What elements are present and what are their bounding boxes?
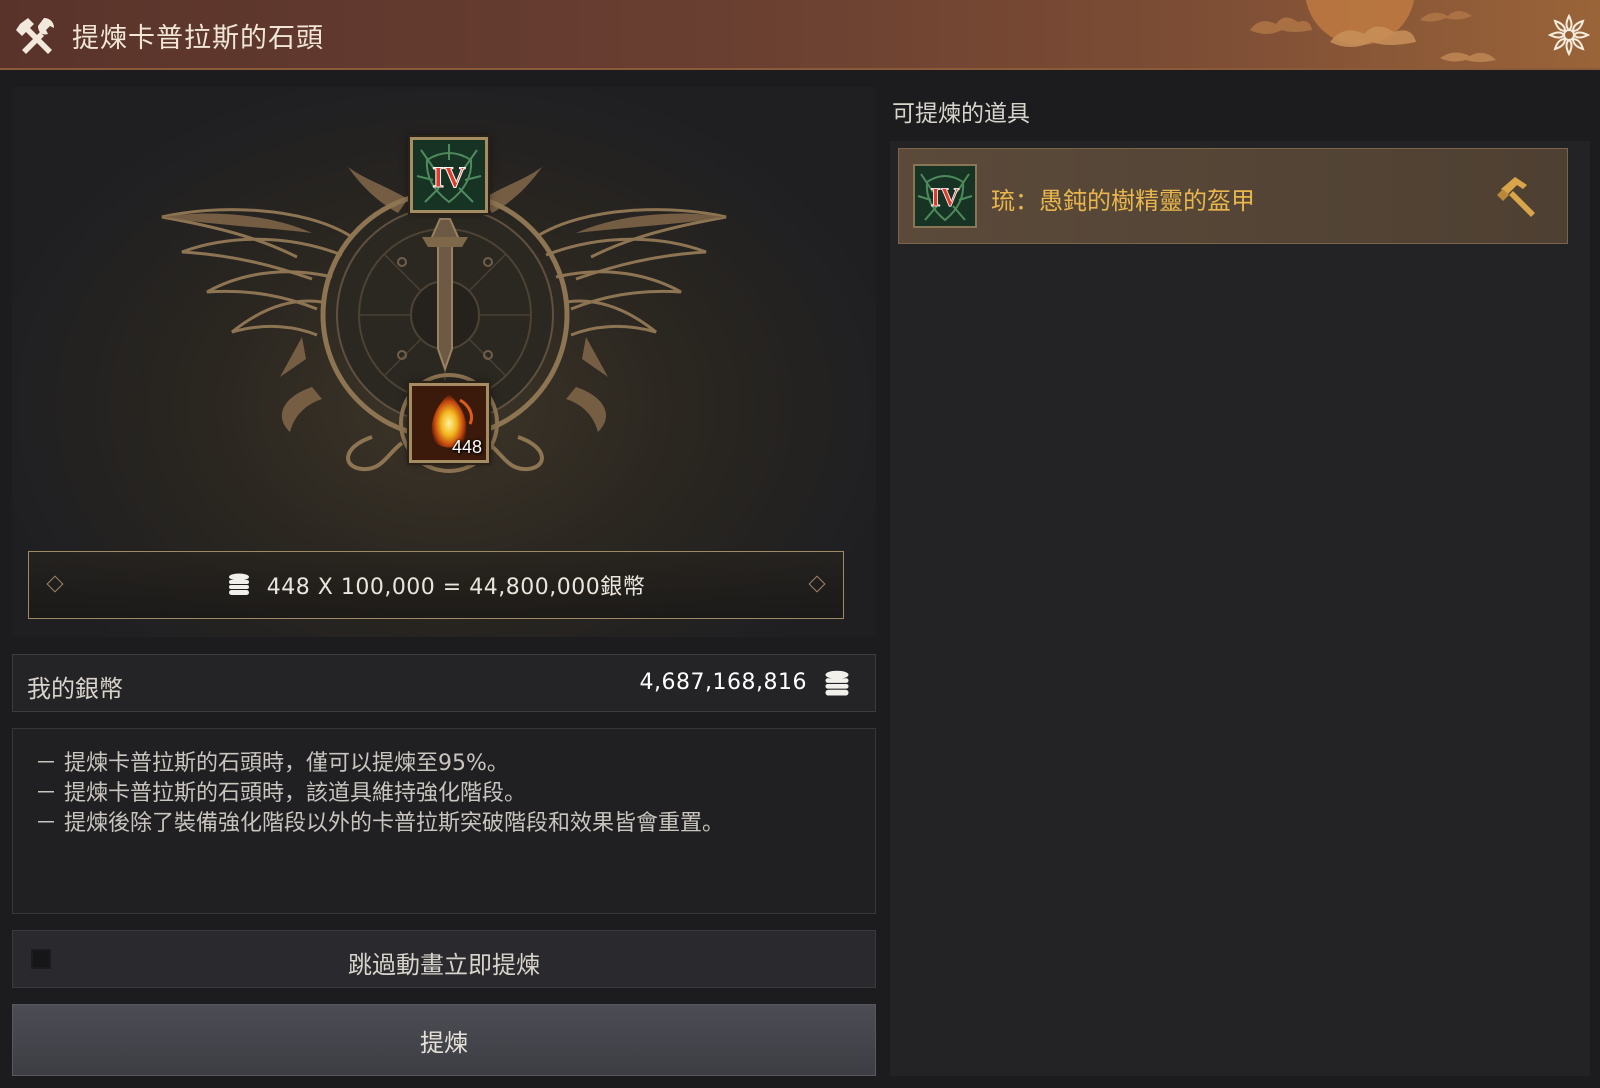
- armor-icon: IV: [413, 140, 485, 210]
- note-line: － 提煉卡普拉斯的石頭時，僅可以提煉至95%。: [35, 751, 509, 776]
- my-silver-label: 我的銀幣: [27, 675, 123, 703]
- ornament-diamond: [808, 575, 826, 593]
- refine-notes: － 提煉卡普拉斯的石頭時，僅可以提煉至95%。 － 提煉卡普拉斯的石頭時，該道具…: [12, 728, 876, 914]
- flower-close-icon[interactable]: [1548, 14, 1590, 56]
- silver-coin-icon: [228, 573, 249, 595]
- emblem-panel: IV 448 448 X 100,000 = 44,800,000銀幣: [12, 87, 876, 637]
- tier-label: IV: [931, 183, 960, 212]
- cloud-moon-decoration: [1250, 0, 1496, 62]
- stone-count: 448: [451, 437, 482, 457]
- silver-coin-icon: [825, 670, 849, 696]
- tools-icon: [16, 18, 54, 54]
- list-item[interactable]: IV 琉：愚鈍的樹精靈的盔甲: [898, 148, 1568, 244]
- cost-formula: 448 X 100,000 = 44,800,000銀幣: [266, 575, 646, 600]
- refine-button-label: 提煉: [420, 1028, 468, 1057]
- skip-animation-label: 跳過動畫立即提煉: [348, 951, 540, 979]
- refine-button[interactable]: 提煉: [12, 1004, 876, 1076]
- skip-animation-toggle[interactable]: 跳過動畫立即提煉: [12, 930, 876, 988]
- title-bar: 提煉卡普拉斯的石頭: [0, 0, 1600, 70]
- item-name: 琉：愚鈍的樹精靈的盔甲: [991, 187, 1255, 215]
- my-silver-row: 我的銀幣 4,687,168,816: [12, 654, 876, 712]
- note-line: － 提煉後除了裝備強化階段以外的卡普拉斯突破階段和效果皆會重置。: [35, 811, 724, 836]
- cost-bar: 448 X 100,000 = 44,800,000銀幣: [28, 551, 844, 619]
- armor-icon: IV: [913, 164, 977, 228]
- window-title: 提煉卡普拉斯的石頭: [72, 23, 324, 54]
- refinable-item-list: IV 琉：愚鈍的樹精靈的盔甲: [890, 141, 1590, 1076]
- my-silver-value: 4,687,168,816: [639, 670, 807, 695]
- refinable-items-title: 可提煉的道具: [892, 101, 1030, 127]
- tier-label: IV: [432, 161, 466, 194]
- equipment-slot[interactable]: IV: [410, 137, 488, 213]
- note-line: － 提煉卡普拉斯的石頭時，該道具維持強化階段。: [35, 781, 526, 806]
- ornament-diamond: [46, 575, 64, 593]
- hammer-icon: [1497, 177, 1535, 217]
- stone-slot[interactable]: 448: [409, 383, 489, 463]
